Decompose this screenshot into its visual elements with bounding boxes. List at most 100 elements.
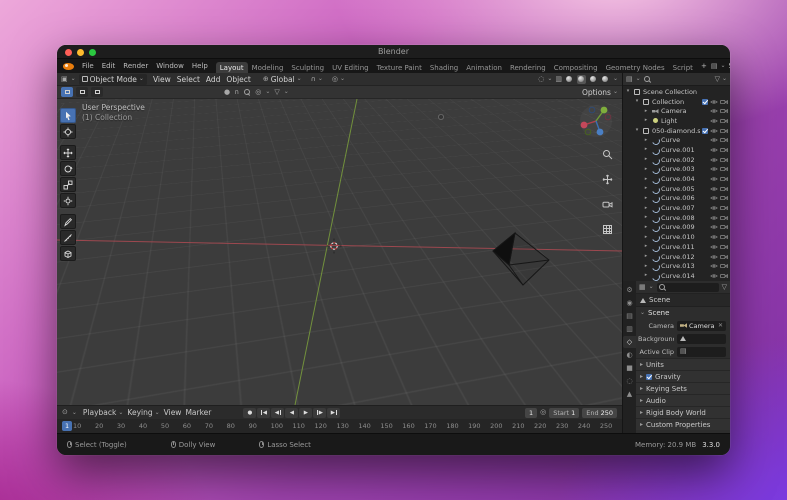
outliner-row[interactable]: ▸ Curve: [623, 135, 730, 145]
workspace-tab[interactable]: Geometry Nodes: [602, 62, 669, 73]
timeline-ruler[interactable]: 1 10 20 30 40 50 60 70 80 90 100 110 120 130 140 150 16…: [57, 419, 622, 433]
expand-arrow-icon[interactable]: ▾: [625, 89, 631, 94]
collection-checkbox[interactable]: [702, 98, 708, 105]
camera-toggle-icon[interactable]: [720, 195, 728, 201]
eye-icon[interactable]: [710, 176, 718, 182]
camera-toggle-icon[interactable]: [720, 99, 728, 105]
menubar-item[interactable]: Help: [188, 62, 212, 70]
frame-end-field[interactable]: End 250: [582, 407, 617, 418]
options-dropdown[interactable]: Options ⌄: [582, 88, 618, 97]
chevron-down-icon[interactable]: ⌄: [71, 76, 76, 82]
expand-arrow-icon[interactable]: ▸: [643, 215, 649, 220]
outliner-row[interactable]: ▾ 050-diamond.svg: [623, 126, 730, 136]
outliner-item-label[interactable]: Collection: [652, 98, 700, 106]
light-gizmo[interactable]: [437, 113, 444, 120]
outliner-item-label[interactable]: Curve.006: [661, 194, 708, 202]
eye-icon[interactable]: [710, 195, 718, 201]
current-frame-field[interactable]: 1: [524, 407, 538, 418]
chevron-down-icon[interactable]: ⌄: [649, 284, 654, 290]
eye-icon[interactable]: [710, 108, 718, 114]
z-axis-ball[interactable]: [596, 128, 604, 136]
outliner-row[interactable]: ▸ Curve.011: [623, 242, 730, 252]
outliner-row[interactable]: ▸ Curve.003: [623, 165, 730, 175]
outliner-item-label[interactable]: Curve.011: [661, 243, 708, 251]
properties-tab[interactable]: [623, 375, 636, 387]
workspace-tab[interactable]: Rendering: [506, 62, 550, 73]
eye-icon[interactable]: [710, 234, 718, 240]
expand-arrow-icon[interactable]: ▸: [643, 137, 649, 143]
eye-icon[interactable]: [710, 263, 718, 269]
outliner-item-label[interactable]: Curve.010: [661, 233, 708, 241]
pivot-point-icon[interactable]: ●: [224, 88, 230, 96]
outliner-row[interactable]: ▸ Curve.002: [623, 155, 730, 165]
proportional-edit-icon[interactable]: ◎: [332, 75, 338, 83]
camera-toggle-icon[interactable]: [720, 166, 728, 172]
properties-editor-icon[interactable]: ▦: [639, 283, 646, 291]
filter-funnel-icon[interactable]: ▽: [715, 75, 720, 83]
properties-panel-header[interactable]: ▸ Units: [636, 358, 730, 370]
properties-tab[interactable]: [623, 349, 636, 361]
camera-toggle-icon[interactable]: [720, 254, 728, 260]
viewport-menu-item[interactable]: Object: [223, 75, 253, 84]
outliner-row[interactable]: ▸ Curve.007: [623, 203, 730, 213]
camera-toggle-icon[interactable]: [720, 118, 728, 124]
background-scene-selector[interactable]: [677, 333, 726, 344]
outliner-row[interactable]: ▸ Camera: [623, 106, 730, 116]
outliner-item-label[interactable]: Curve.008: [661, 214, 708, 222]
chevron-down-icon[interactable]: ⌄: [284, 89, 289, 95]
properties-tab[interactable]: [623, 388, 636, 400]
expand-arrow-icon[interactable]: ▸: [643, 195, 649, 201]
outliner-item-label[interactable]: Curve.012: [661, 253, 708, 261]
scene-section-header[interactable]: ⌄ Scene: [636, 307, 730, 319]
outliner-row[interactable]: ▸ Curve.010: [623, 232, 730, 242]
menubar-item[interactable]: File: [78, 62, 98, 70]
collection-checkbox[interactable]: [702, 127, 708, 134]
outliner-item-label[interactable]: Scene Collection: [643, 88, 728, 96]
expand-arrow-icon[interactable]: ▸: [643, 234, 649, 240]
close-window-button[interactable]: [65, 48, 72, 56]
move-tool[interactable]: [60, 145, 76, 160]
camera-toggle-icon[interactable]: [720, 186, 728, 192]
cursor-tool[interactable]: [60, 124, 76, 139]
add-cube-tool[interactable]: [60, 246, 76, 261]
shading-material-button[interactable]: [589, 75, 598, 84]
workspace-tab[interactable]: Script: [669, 62, 697, 73]
outliner-row[interactable]: ▾ Scene Collection: [623, 87, 730, 97]
expand-arrow-icon[interactable]: ▾: [634, 128, 640, 133]
select-mode-extend-button[interactable]: [76, 87, 88, 97]
properties-panel-header[interactable]: ▸ Audio: [636, 394, 730, 406]
expand-arrow-icon[interactable]: ▸: [643, 108, 649, 114]
expand-arrow-icon[interactable]: ▾: [634, 99, 640, 104]
eye-icon[interactable]: [710, 186, 718, 192]
keying-set-icon[interactable]: ◎: [540, 409, 546, 416]
outliner-row[interactable]: ▸ Curve.001: [623, 145, 730, 155]
rotate-tool[interactable]: [60, 161, 76, 176]
eye-icon[interactable]: [710, 205, 718, 211]
outliner-row[interactable]: ▸ Curve.009: [623, 223, 730, 233]
chevron-down-icon[interactable]: ⌄: [318, 76, 323, 82]
expand-arrow-icon[interactable]: ▸: [643, 157, 649, 162]
menubar-item[interactable]: Window: [152, 62, 188, 70]
overlay-filter-icon[interactable]: ▽: [274, 88, 279, 96]
outliner-item-label[interactable]: 050-diamond.svg: [652, 127, 700, 135]
auto-key-record-button[interactable]: ●: [243, 407, 257, 418]
prev-keyframe-button[interactable]: ◀: [271, 407, 285, 418]
workspace-tab[interactable]: Layout: [215, 62, 248, 73]
filter-funnel-icon[interactable]: ▽: [722, 283, 727, 291]
shading-rendered-button[interactable]: [601, 75, 610, 84]
eye-icon[interactable]: [710, 128, 718, 134]
outliner-row[interactable]: ▸ Curve.012: [623, 252, 730, 262]
expand-arrow-icon[interactable]: ▸: [643, 176, 649, 182]
outliner-row[interactable]: ▸ Curve.005: [623, 184, 730, 194]
camera-toggle-icon[interactable]: [720, 215, 728, 221]
expand-arrow-icon[interactable]: ▸: [643, 186, 649, 191]
expand-arrow-icon[interactable]: ▸: [643, 147, 649, 152]
select-mode-subtract-button[interactable]: [91, 87, 103, 97]
chevron-down-icon[interactable]: ⌄: [636, 76, 641, 82]
camera-view-button[interactable]: [602, 195, 613, 214]
timeline-menu-item[interactable]: Playback ⌄: [81, 408, 126, 417]
xray-toggle-icon[interactable]: ▥: [555, 75, 562, 83]
eye-icon[interactable]: [710, 224, 718, 230]
chevron-down-icon[interactable]: ⌄: [72, 409, 77, 416]
scale-tool[interactable]: [60, 177, 76, 192]
